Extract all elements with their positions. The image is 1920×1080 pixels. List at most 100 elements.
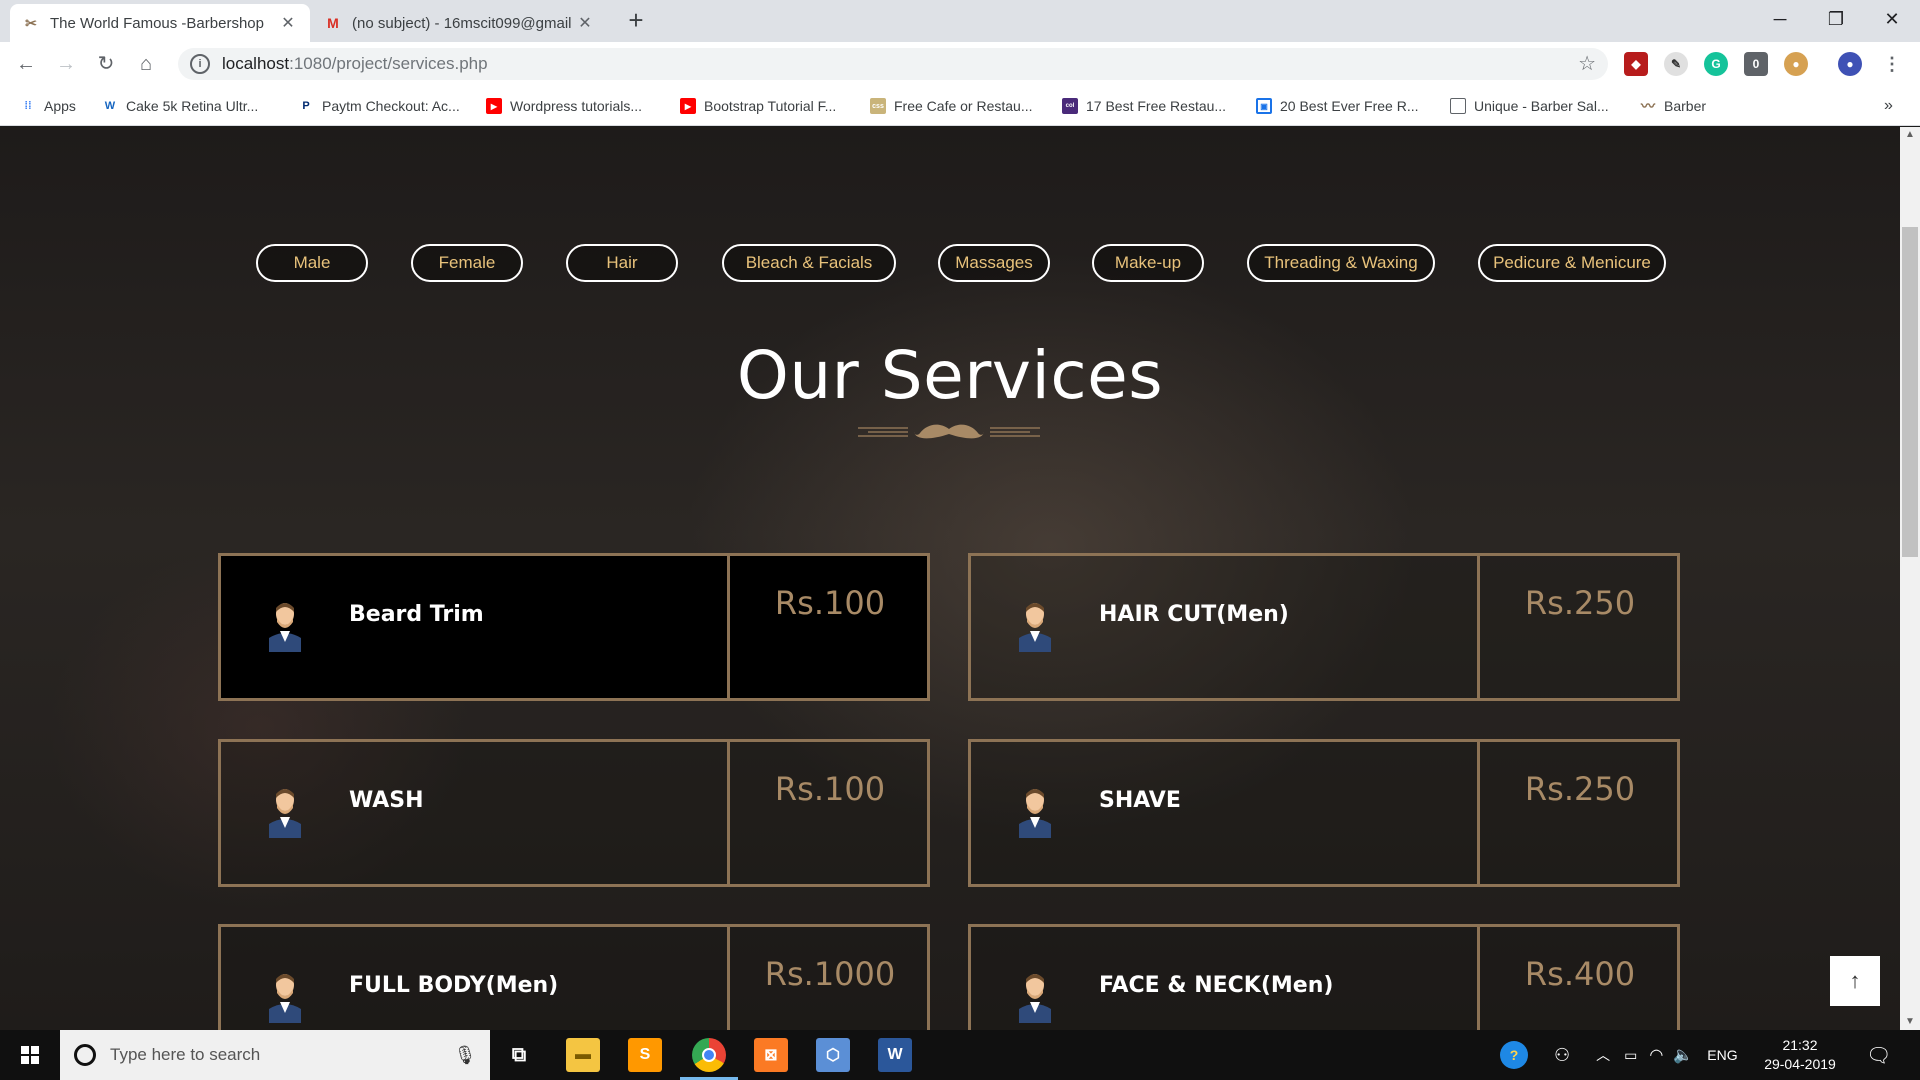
extension-badge-icon[interactable]: 0 [1744,52,1768,76]
profile-avatar[interactable]: ● [1838,52,1862,76]
service-name: WASH [349,788,424,813]
filter-female[interactable]: Female [411,244,523,282]
back-arrow-icon[interactable]: ← [12,50,40,78]
bookmark-item[interactable]: 〰 Barber [1640,96,1706,116]
taskbar-clock[interactable]: 21:32 29-04-2019 [1760,1036,1840,1074]
tab-strip: ✂ The World Famous -Barbershop ✕ M (no s… [0,0,1920,42]
card-divider [1477,556,1480,698]
address-bar[interactable]: i localhost:1080/project/services.php ☆ [178,48,1608,80]
new-tab-button[interactable]: + [622,6,650,34]
taskbar-search[interactable]: Type here to search 🎙 [60,1030,490,1080]
chrome-icon[interactable] [692,1038,726,1072]
bookmark-item[interactable]: col 17 Best Free Restau... [1062,96,1226,116]
service-price: Rs.100 [774,770,886,808]
window-close-icon[interactable]: ✕ [1864,0,1920,38]
filter-male[interactable]: Male [256,244,368,282]
service-price: Rs.250 [1524,584,1636,622]
filter-pedicure-menicure[interactable]: Pedicure & Menicure [1478,244,1666,282]
scroll-to-top-button[interactable]: ↑ [1830,956,1880,1006]
service-card[interactable]: FULL BODY(Men) Rs.1000 [218,924,930,1030]
grammarly-icon[interactable]: G [1704,52,1728,76]
barber-avatar-icon [269,974,301,1023]
bookmark-label: Wordpress tutorials... [510,98,643,114]
color-picker-icon[interactable]: ✎ [1664,52,1688,76]
file-explorer-icon[interactable]: ▬ [566,1038,600,1072]
scrollbar-thumb[interactable] [1902,227,1918,557]
css-icon: css [870,98,886,114]
bookmark-apps[interactable]: ⁞⁞ Apps [20,96,76,116]
sublime-text-icon[interactable]: S [628,1038,662,1072]
notification-icon[interactable]: 🗨 [1866,1030,1896,1080]
bookmark-label: Barber [1664,98,1707,114]
help-icon[interactable]: ? [1500,1041,1528,1069]
bookmark-item[interactable]: css Free Cafe or Restau... [870,96,1033,116]
close-icon[interactable]: ✕ [278,13,298,33]
filter-bleach-facials[interactable]: Bleach & Facials [722,244,896,282]
bookmark-item[interactable]: ▶ Wordpress tutorials... [486,96,642,116]
bookmark-star-icon[interactable]: ☆ [1578,51,1596,76]
virtualbox-icon[interactable]: ⬡ [816,1038,850,1072]
chevron-up-icon[interactable]: ︿ [1596,1045,1610,1065]
service-name: SHAVE [1099,788,1181,813]
people-icon[interactable]: ⚇ [1554,1045,1570,1066]
scroll-down-icon[interactable]: ▼ [1900,1014,1920,1030]
filter-threading-waxing[interactable]: Threading & Waxing [1247,244,1435,282]
wifi-icon[interactable]: ◠ [1649,1045,1663,1065]
task-view-icon[interactable]: ⧉ [502,1038,536,1072]
scroll-up-icon[interactable]: ▲ [1900,127,1920,143]
bookmark-item[interactable]: ▣ 20 Best Ever Free R... [1256,96,1419,116]
ublock-shield-icon[interactable]: ◆ [1624,52,1648,76]
paytm-icon: P [302,100,310,112]
tab-title: (no subject) - 16mscit099@gmail [352,14,572,32]
barber-avatar-icon [1019,603,1051,652]
volume-icon[interactable]: 🔈 [1673,1045,1693,1065]
forward-arrow-icon[interactable]: → [52,50,80,78]
battery-icon[interactable]: ▭ [1624,1047,1637,1064]
card-divider [1477,742,1480,884]
browser-toolbar: ← → ↻ ⌂ i localhost:1080/project/service… [0,42,1920,86]
barber-avatar-icon [269,603,301,652]
page-scrollbar[interactable]: ▲ ▼ [1900,127,1920,1030]
minimize-icon[interactable]: ─ [1752,0,1808,38]
mustache-icon: 〰 [1641,98,1655,114]
word-icon[interactable]: W [878,1038,912,1072]
bookmarks-overflow-button[interactable]: » [1884,96,1893,116]
url-host: localhost [222,54,290,73]
filter-hair[interactable]: Hair [566,244,678,282]
service-card[interactable]: FACE & NECK(Men) Rs.400 [968,924,1680,1030]
bookmark-item[interactable]: P Paytm Checkout: Ac... [298,96,460,116]
bookmark-item[interactable]: Unique - Barber Sal... [1450,96,1609,116]
bookmark-label: Paytm Checkout: Ac... [322,98,460,114]
service-card[interactable]: WASH Rs.100 [218,739,930,887]
filter-make-up[interactable]: Make-up [1092,244,1204,282]
reload-icon[interactable]: ↻ [92,50,120,78]
windows-taskbar: Type here to search 🎙 ⧉ ▬ S ⊠ ⬡ W ? ⚇ ︿ … [0,1030,1920,1080]
service-card[interactable]: Beard Trim Rs.100 [218,553,930,701]
language-indicator[interactable]: ENG [1707,1047,1737,1063]
tab-gmail[interactable]: M (no subject) - 16mscit099@gmail ✕ [312,4,607,42]
browser-menu-icon[interactable]: ⋮ [1880,52,1904,76]
microphone-icon[interactable]: 🎙 [450,1045,480,1066]
barber-pole-icon: ✂ [25,14,37,31]
maximize-icon[interactable]: ❐ [1808,0,1864,38]
service-name: FULL BODY(Men) [349,973,559,998]
tab-barbershop[interactable]: ✂ The World Famous -Barbershop ✕ [10,4,310,42]
bookmark-item[interactable]: ▶ Bootstrap Tutorial F... [680,96,836,116]
bookmark-label: Free Cafe or Restau... [894,98,1033,114]
bookmark-item[interactable]: W Cake 5k Retina Ultr... [102,96,258,116]
service-card[interactable]: SHAVE Rs.250 [968,739,1680,887]
filter-massages[interactable]: Massages [938,244,1050,282]
colorlib-icon: col [1062,98,1078,114]
site-info-icon[interactable]: i [190,54,210,74]
home-icon[interactable]: ⌂ [132,50,160,78]
cortana-icon [74,1044,96,1066]
close-icon[interactable]: ✕ [575,13,595,33]
w-logo-icon: W [104,100,116,112]
xampp-icon[interactable]: ⊠ [754,1038,788,1072]
barber-avatar-icon [1019,789,1051,838]
windows-start-icon[interactable] [10,1042,50,1068]
system-tray: ? ⚇ ︿ ▭ ◠ 🔈 ENG [1500,1030,1738,1080]
cookie-icon[interactable]: ● [1784,52,1808,76]
service-card[interactable]: HAIR CUT(Men) Rs.250 [968,553,1680,701]
taskbar-search-placeholder: Type here to search [110,1045,261,1064]
